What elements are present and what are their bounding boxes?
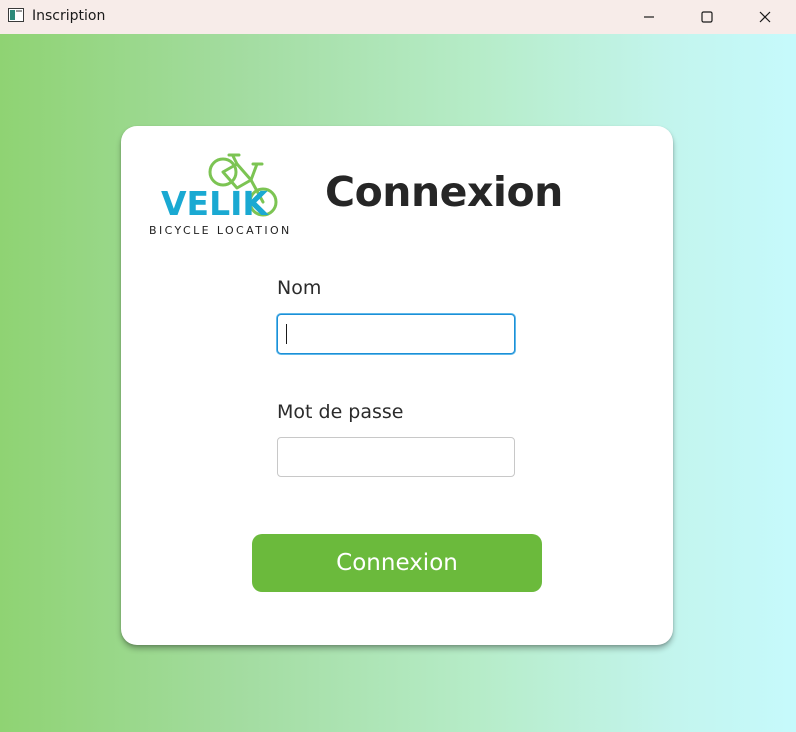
maximize-icon bbox=[701, 11, 713, 23]
minimize-button[interactable] bbox=[626, 0, 672, 34]
velik-logo: VELIK BICYCLE LOCATION bbox=[149, 153, 292, 237]
logo-brand: VELIK bbox=[161, 184, 269, 223]
minimize-icon bbox=[644, 16, 654, 18]
app-icon bbox=[8, 8, 24, 22]
title-bar[interactable]: Inscription bbox=[0, 0, 796, 34]
name-label: Nom bbox=[277, 277, 322, 299]
close-icon bbox=[759, 11, 771, 23]
text-caret bbox=[286, 324, 287, 344]
password-input[interactable] bbox=[277, 437, 515, 477]
app-window: Inscription VELIK BICYCLE LOCATION Conne… bbox=[0, 0, 796, 732]
page-title: Connexion bbox=[325, 168, 563, 216]
name-input[interactable] bbox=[277, 314, 515, 354]
logo-tagline: BICYCLE LOCATION bbox=[149, 224, 292, 237]
gradient-background: VELIK BICYCLE LOCATION Connexion Nom Mot… bbox=[0, 34, 796, 732]
maximize-button[interactable] bbox=[684, 0, 730, 34]
window-title: Inscription bbox=[32, 8, 106, 24]
login-button[interactable]: Connexion bbox=[252, 534, 542, 592]
login-card: VELIK BICYCLE LOCATION Connexion Nom Mot… bbox=[121, 126, 673, 645]
password-label: Mot de passe bbox=[277, 401, 404, 423]
close-button[interactable] bbox=[742, 0, 788, 34]
